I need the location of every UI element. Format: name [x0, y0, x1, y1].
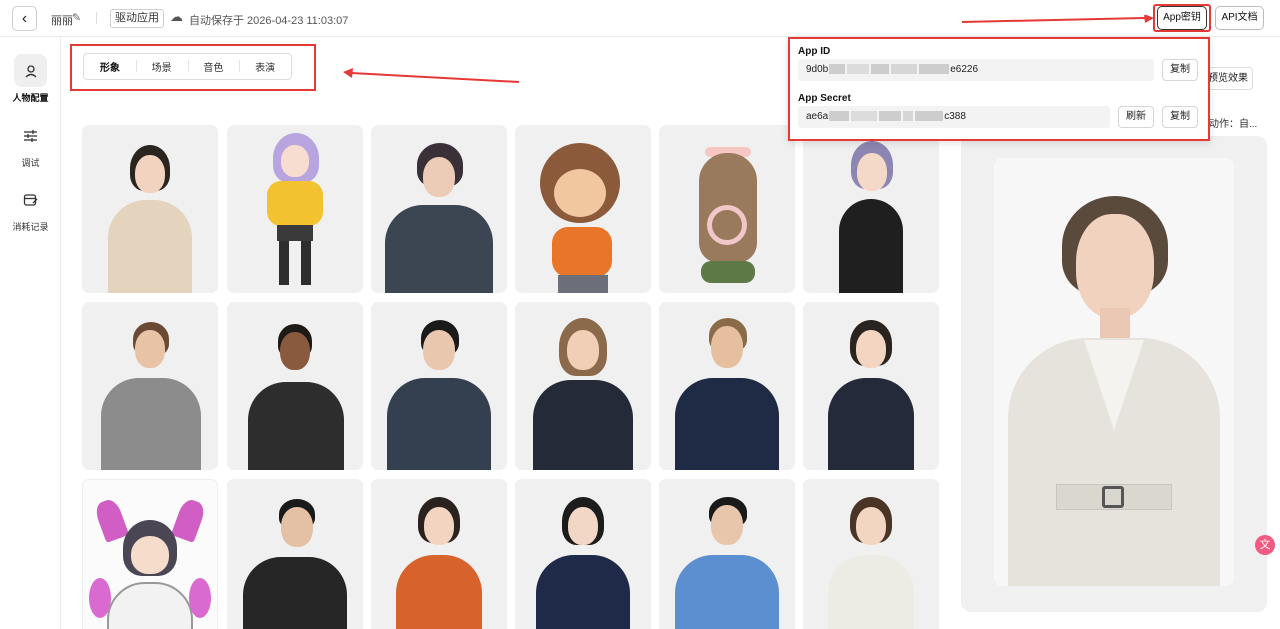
api-doc-button[interactable]: API文档: [1215, 6, 1264, 30]
person-icon: [14, 54, 47, 87]
sidebar-item-character-config[interactable]: 人物配置: [0, 54, 61, 104]
avatar-figure: [379, 143, 499, 293]
avatar-card[interactable]: [515, 479, 651, 629]
app-id-prefix: 9d0b: [806, 64, 829, 75]
pencil-icon[interactable]: ✎: [72, 11, 81, 24]
avatar-grid: [82, 125, 942, 629]
sidebar-item-label: 调试: [21, 158, 40, 168]
redaction: [879, 111, 902, 122]
redaction: [847, 64, 870, 75]
app-secret-label: App Secret: [798, 93, 851, 104]
avatar-figure: [245, 133, 345, 293]
redaction: [903, 111, 914, 122]
cloud-icon: ☁: [170, 9, 183, 24]
avatar-figure: [667, 497, 787, 629]
avatar-figure: [677, 143, 777, 293]
avatar-card[interactable]: [82, 302, 218, 470]
avatar-card[interactable]: [803, 125, 939, 293]
avatar-card[interactable]: [82, 479, 218, 629]
sidebar-item-label: 消耗记录: [12, 222, 49, 232]
avatar-figure: [100, 145, 200, 293]
avatar-card[interactable]: [659, 479, 795, 629]
avatar-figure: [384, 497, 494, 629]
preview-effect-button[interactable]: 预览效果: [1203, 67, 1253, 90]
sidebar-item-usage-records[interactable]: 消耗记录: [0, 183, 61, 233]
app-name[interactable]: 丽丽: [51, 12, 73, 28]
app-type-tag: 驱动应用: [110, 9, 164, 28]
avatar-card[interactable]: [659, 302, 795, 470]
left-sidebar: 人物配置 调试 消耗记录: [0, 37, 61, 629]
avatar-figure: [523, 318, 643, 470]
action-setting-label: 动作：自...: [1209, 119, 1258, 130]
copy-app-secret-button[interactable]: 复制: [1162, 106, 1198, 128]
redaction: [851, 111, 878, 122]
avatar-figure: [240, 324, 350, 470]
avatar-figure: [667, 318, 787, 470]
divider: [96, 12, 97, 24]
app-id-field[interactable]: 9d0b e6226: [798, 59, 1154, 81]
preview-buckle: [1102, 486, 1124, 508]
copy-app-id-button[interactable]: 复制: [1162, 59, 1198, 81]
redaction: [829, 64, 846, 75]
annotation-arrow: [343, 68, 520, 83]
translate-icon[interactable]: 文: [1255, 535, 1275, 555]
redaction: [915, 111, 944, 122]
app-secret-field[interactable]: ae6a c388: [798, 106, 1110, 128]
avatar-card[interactable]: [227, 302, 363, 470]
refresh-secret-button[interactable]: 刷新: [1118, 106, 1154, 128]
chevron-left-icon: ‹: [21, 9, 28, 27]
redaction: [919, 64, 950, 75]
avatar-figure: [235, 499, 355, 629]
avatar-card[interactable]: [371, 302, 507, 470]
redaction: [871, 64, 890, 75]
avatar-figure: [379, 320, 499, 470]
back-button[interactable]: ‹: [12, 6, 37, 31]
avatar-card[interactable]: [659, 125, 795, 293]
app-secret-suffix: c388: [944, 111, 966, 122]
app-id-suffix: e6226: [950, 64, 979, 75]
avatar-figure: [85, 490, 215, 629]
autosave-status: 自动保存于 2026-04-23 11:03:07: [189, 15, 349, 27]
avatar-preview: [994, 158, 1234, 586]
redaction: [891, 64, 918, 75]
avatar-card[interactable]: [82, 125, 218, 293]
app-secret-prefix: ae6a: [806, 111, 829, 122]
app-id-label: App ID: [798, 46, 831, 57]
avatar-card[interactable]: [803, 302, 939, 470]
avatar-figure: [528, 497, 638, 629]
annotation-box: [1153, 4, 1211, 32]
redaction: [829, 111, 850, 122]
annotation-box: [70, 44, 316, 91]
avatar-card[interactable]: [371, 479, 507, 629]
avatar-figure: [95, 322, 205, 470]
sidebar-item-label: 人物配置: [12, 93, 49, 103]
avatar-figure: [528, 135, 638, 293]
avatar-card[interactable]: [515, 125, 651, 293]
avatar-card[interactable]: [371, 125, 507, 293]
preview-head: [1076, 214, 1154, 318]
avatar-card[interactable]: [227, 479, 363, 629]
receipt-icon: [14, 183, 47, 216]
sidebar-item-debug[interactable]: 调试: [0, 119, 61, 169]
avatar-figure: [821, 141, 921, 293]
annotation-arrow: [962, 15, 1154, 23]
preview-panel: [961, 136, 1267, 612]
avatar-card[interactable]: [803, 479, 939, 629]
avatar-figure: [816, 497, 926, 629]
avatar-card[interactable]: [515, 302, 651, 470]
avatar-card[interactable]: [227, 125, 363, 293]
sliders-icon: [14, 119, 47, 152]
avatar-figure: [816, 320, 926, 470]
app-credentials-popup: App ID 9d0b e6226 复制 App Secret ae6a c388 …: [788, 37, 1210, 141]
